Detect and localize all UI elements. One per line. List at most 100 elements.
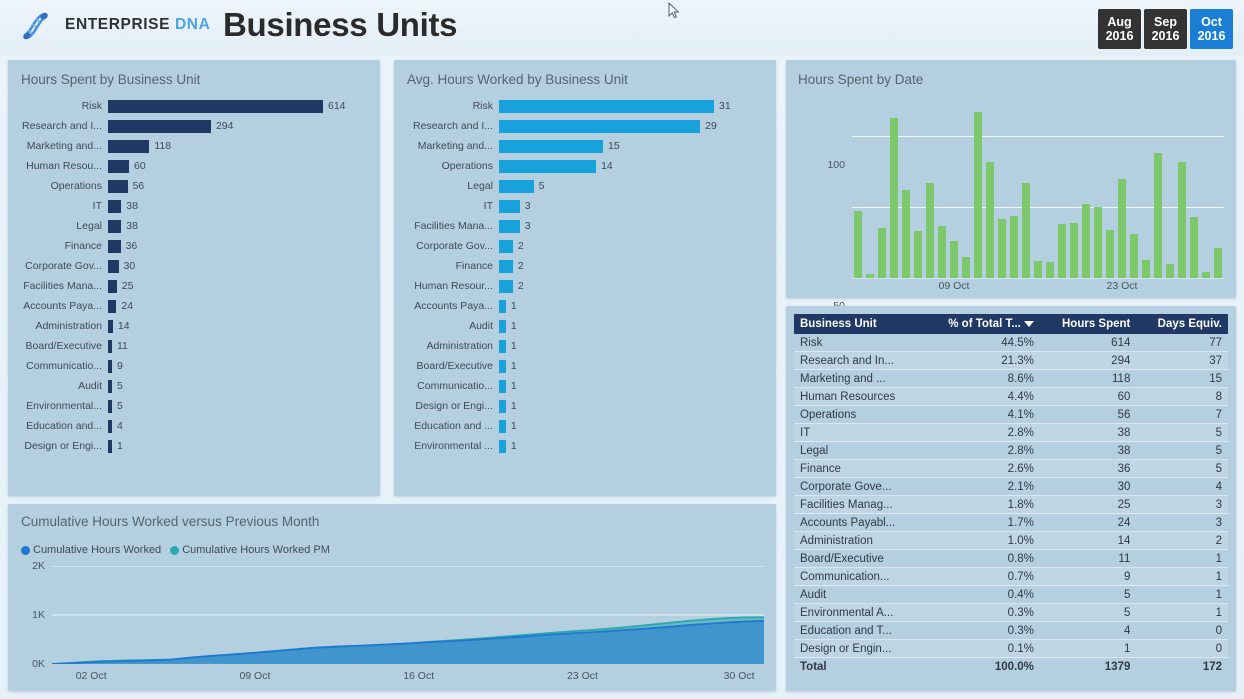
bar-row[interactable]: Board/Executive 11 [8,336,374,356]
table-row[interactable]: Environmental A... 0.3% 5 1 [794,603,1228,622]
bar-row[interactable]: Environmental... 5 [8,396,374,416]
date-bar[interactable] [1190,217,1198,278]
business-unit-table[interactable]: Business Unit % of Total T... Hours Spent D… [794,314,1228,675]
bar-row[interactable]: Human Resou... 60 [8,156,374,176]
bar-row[interactable]: Facilities Mana... 25 [8,276,374,296]
bar-row[interactable]: Communicatio... 1 [394,376,770,396]
date-bar-slot[interactable] [1104,108,1116,278]
date-bar[interactable] [1082,204,1090,278]
table-row[interactable]: Legal 2.8% 38 5 [794,441,1228,460]
slicer-button-sep[interactable]: Sep 2016 [1144,9,1187,49]
bar-row[interactable]: Administration 14 [8,316,374,336]
date-bar[interactable] [1058,224,1066,278]
table-row[interactable]: Facilities Manag... 1.8% 25 3 [794,495,1228,514]
date-bar[interactable] [1094,207,1102,278]
date-bar-slot[interactable] [960,108,972,278]
table-row[interactable]: Marketing and ... 8.6% 118 15 [794,369,1228,388]
table-column-header-1[interactable]: % of Total T... [922,314,1040,334]
date-bar-slot[interactable] [1080,108,1092,278]
date-bar[interactable] [1010,215,1018,278]
table-row[interactable]: Corporate Gove... 2.1% 30 4 [794,477,1228,496]
date-bar-slot[interactable] [1200,108,1212,278]
sort-descending-icon[interactable] [1023,320,1034,327]
bar-row[interactable]: Facilities Mana... 3 [394,216,770,236]
date-bar-slot[interactable] [888,108,900,278]
date-bar[interactable] [1154,153,1162,278]
date-bar[interactable] [950,241,958,278]
bar-row[interactable]: Operations 56 [8,176,374,196]
date-bar[interactable] [986,161,994,278]
table-row[interactable]: Education and T... 0.3% 4 0 [794,621,1228,640]
bar-row[interactable]: Research and I... 294 [8,116,374,136]
table-column-header-0[interactable]: Business Unit [794,314,923,334]
date-bar-slot[interactable] [1176,108,1188,278]
bar-row[interactable]: Legal 5 [394,176,770,196]
date-bar[interactable] [926,183,934,278]
bar-row[interactable]: Accounts Paya... 24 [8,296,374,316]
slicer-button-aug[interactable]: Aug 2016 [1098,9,1141,49]
bar-row[interactable]: IT 38 [8,196,374,216]
date-bar-slot[interactable] [900,108,912,278]
date-bar[interactable] [1130,234,1138,278]
date-bar[interactable] [1178,161,1186,278]
bar-row[interactable]: Finance 36 [8,236,374,256]
date-bar[interactable] [1214,248,1222,278]
date-bar[interactable] [902,190,910,278]
date-bar[interactable] [1142,259,1150,278]
table-row[interactable]: Design or Engin... 0.1% 1 0 [794,639,1228,658]
date-bar[interactable] [878,228,886,278]
date-bar-slot[interactable] [912,108,924,278]
date-bar-slot[interactable] [1116,108,1128,278]
bar-row[interactable]: Education and ... 1 [394,416,770,436]
bar-row[interactable]: Legal 38 [8,216,374,236]
bar-row[interactable]: Risk 614 [8,96,374,116]
bar-row[interactable]: Corporate Gov... 30 [8,256,374,276]
date-bar-slot[interactable] [936,108,948,278]
bar-row[interactable]: Environmental ... 1 [394,436,770,456]
table-row[interactable]: Accounts Payabl... 1.7% 24 3 [794,513,1228,532]
date-bar[interactable] [1106,229,1114,278]
table-column-header-3[interactable]: Days Equiv. [1136,314,1228,334]
date-bar[interactable] [974,112,982,278]
date-bar-slot[interactable] [1140,108,1152,278]
legend-item-0[interactable]: Cumulative Hours Worked [21,544,161,556]
date-bar[interactable] [914,231,922,278]
date-bar[interactable] [1070,222,1078,278]
bar-row[interactable]: Accounts Paya... 1 [394,296,770,316]
date-bar-slot[interactable] [1152,108,1164,278]
date-bar-slot[interactable] [948,108,960,278]
bar-row[interactable]: Risk 31 [394,96,770,116]
table-row[interactable]: Research and In... 21.3% 294 37 [794,351,1228,370]
date-bar-slot[interactable] [1092,108,1104,278]
table-row[interactable]: IT 2.8% 38 5 [794,423,1228,442]
bar-row[interactable]: Audit 5 [8,376,374,396]
bar-row[interactable]: Corporate Gov... 2 [394,236,770,256]
date-bar-slot[interactable] [1020,108,1032,278]
date-bar-slot[interactable] [972,108,984,278]
avg-hours-worked-by-business-unit-chart[interactable]: Avg. Hours Worked by Business Unit Risk 3… [394,60,776,496]
date-bar[interactable] [938,225,946,278]
date-bar[interactable] [1166,263,1174,278]
month-slicer[interactable]: Aug 2016 Sep 2016 Oct 2016 [1098,9,1233,49]
date-bar[interactable] [998,218,1006,278]
table-row[interactable]: Finance 2.6% 36 5 [794,459,1228,478]
date-bar-slot[interactable] [996,108,1008,278]
date-bar-slot[interactable] [1068,108,1080,278]
bar-row[interactable]: Marketing and... 118 [8,136,374,156]
legend-item-1[interactable]: Cumulative Hours Worked PM [170,544,330,556]
date-bar[interactable] [890,117,898,278]
business-unit-table-panel[interactable]: Business Unit % of Total T... Hours Spent D… [786,306,1236,691]
date-bar[interactable] [1046,262,1054,278]
date-bar[interactable] [866,273,874,278]
date-bar-slot[interactable] [1056,108,1068,278]
bar-row[interactable]: Communicatio... 9 [8,356,374,376]
date-bar[interactable] [1034,261,1042,278]
date-bar-slot[interactable] [984,108,996,278]
date-bar-slot[interactable] [876,108,888,278]
bar-row[interactable]: Marketing and... 15 [394,136,770,156]
bar-row[interactable]: Administration 1 [394,336,770,356]
date-bar-slot[interactable] [1128,108,1140,278]
hours-spent-by-business-unit-chart[interactable]: Hours Spent by Business Unit Risk 614 Rese… [8,60,380,496]
bar-row[interactable]: Audit 1 [394,316,770,336]
date-bar-slot[interactable] [924,108,936,278]
